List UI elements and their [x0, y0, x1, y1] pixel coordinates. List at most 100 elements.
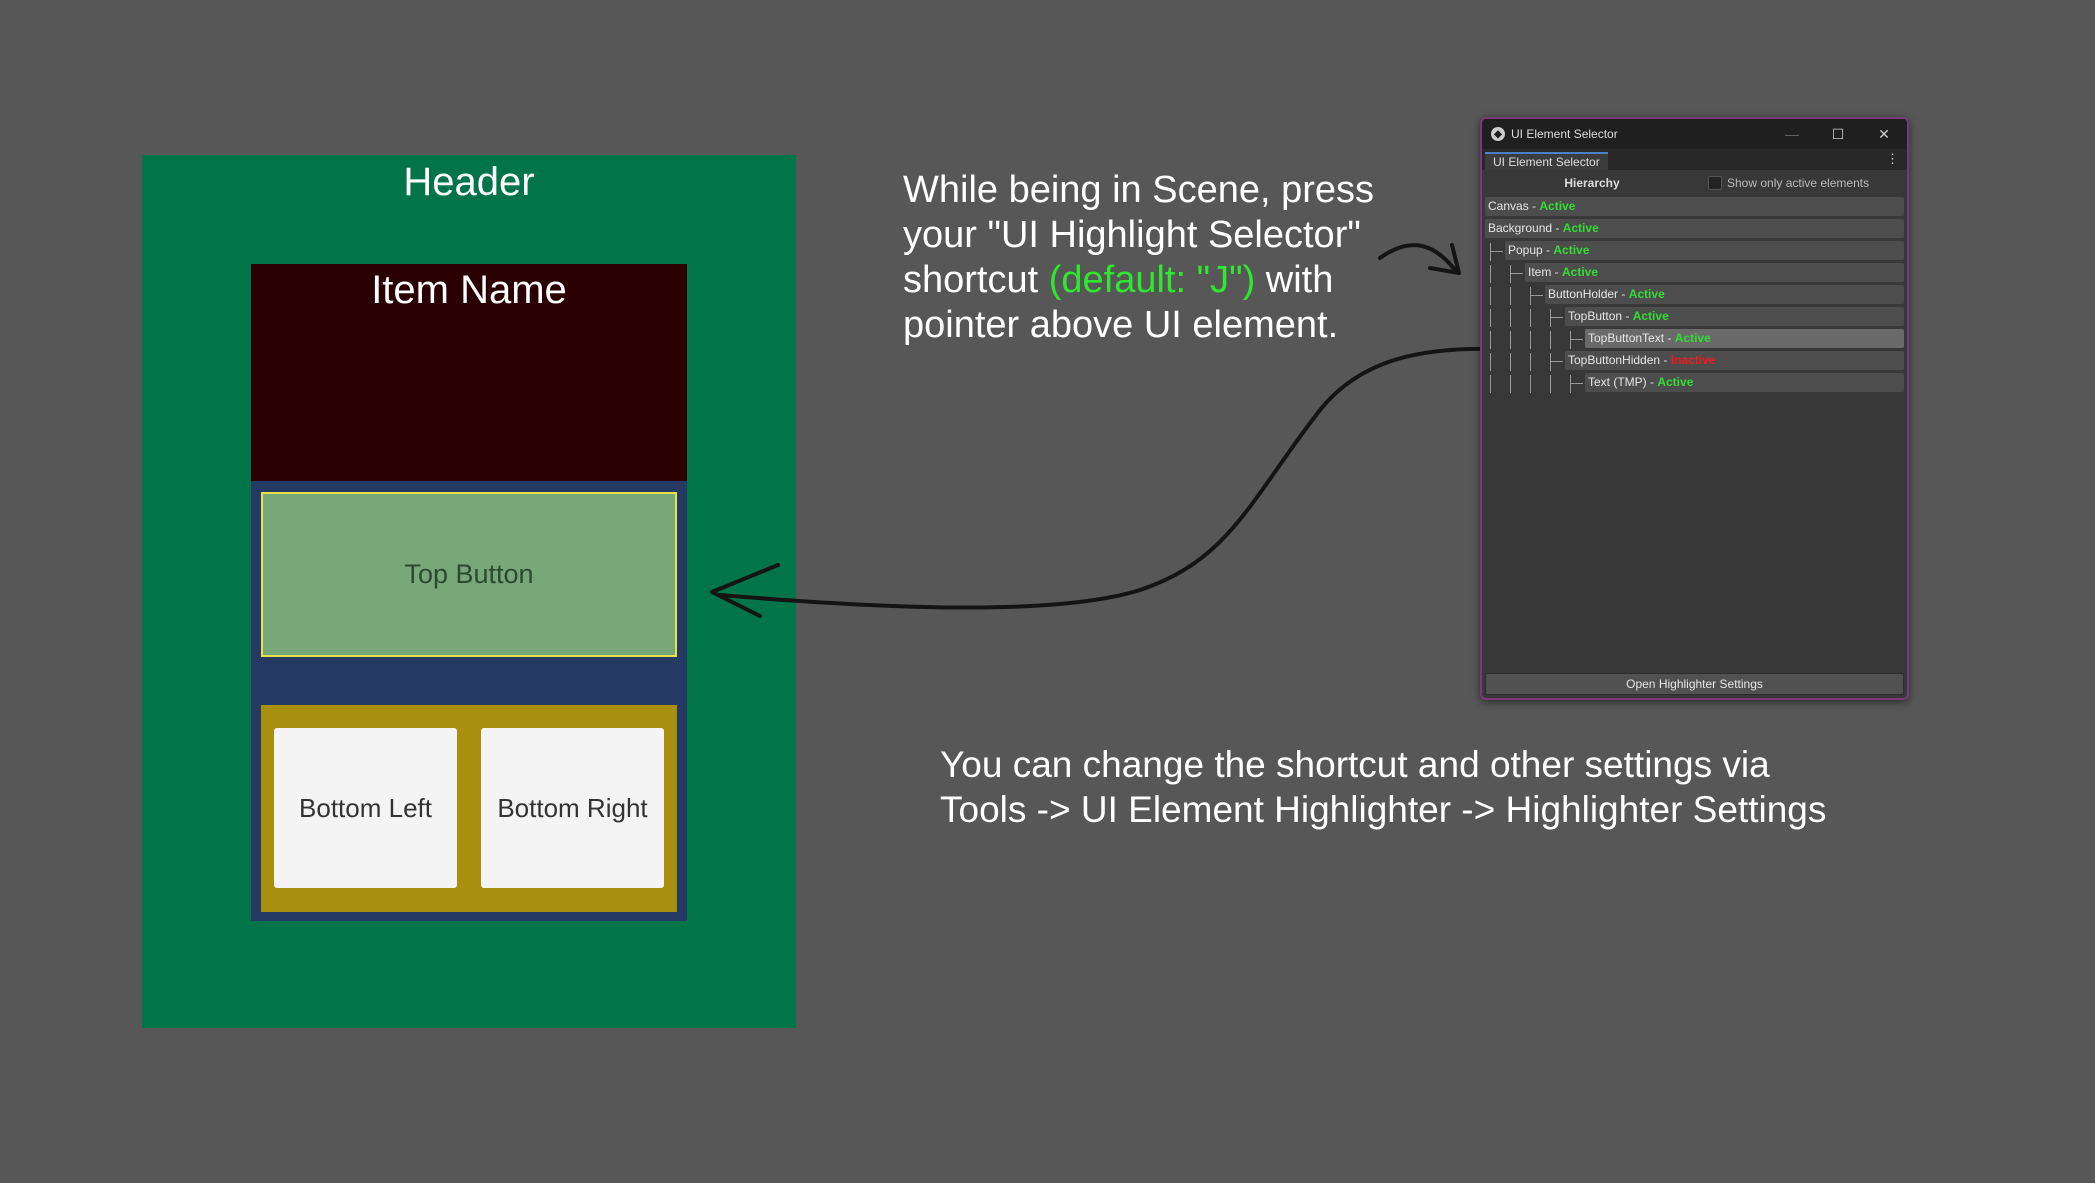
- tree-branch-line: [1530, 295, 1543, 296]
- hierarchy-tree: Canvas - Active Background - Active Popup …: [1482, 196, 1907, 606]
- hierarchy-title: Hierarchy: [1564, 176, 1620, 190]
- tree-guide-line: [1530, 287, 1531, 305]
- hierarchy-row-name: ButtonHolder: [1548, 287, 1619, 301]
- hierarchy-row-status: Active: [1553, 243, 1590, 257]
- tree-guide-line: [1530, 375, 1531, 393]
- hierarchy-row-separator: -: [1664, 331, 1675, 345]
- bottom-button-holder: Bottom Left Bottom Right: [261, 705, 677, 912]
- hierarchy-header: Hierarchy Show only active elements: [1482, 170, 1907, 196]
- hierarchy-row-status: Active: [1674, 331, 1711, 345]
- hierarchy-row[interactable]: Item - Active: [1525, 263, 1904, 282]
- tree-guide-line: [1510, 287, 1511, 305]
- tab-ui-element-selector[interactable]: UI Element Selector: [1485, 152, 1608, 170]
- hierarchy-row-separator: -: [1528, 199, 1540, 213]
- hierarchy-row[interactable]: Popup - Active: [1505, 241, 1904, 260]
- hierarchy-row[interactable]: TopButtonHidden - Inactive: [1565, 351, 1904, 370]
- window-titlebar[interactable]: ◆ UI Element Selector — ☐ ✕: [1482, 119, 1907, 149]
- tree-guide-line: [1570, 331, 1571, 349]
- top-button-label: Top Button: [404, 559, 534, 589]
- show-only-active-label: Show only active elements: [1727, 176, 1870, 190]
- tree-guide-line: [1490, 353, 1491, 371]
- tree-guide-line: [1490, 243, 1491, 261]
- tree-guide-line: [1510, 265, 1511, 283]
- tree-guide-line: [1550, 353, 1551, 371]
- settings-note: You can change the shortcut and other se…: [940, 742, 1826, 832]
- hierarchy-row-status: Active: [1632, 309, 1669, 323]
- hierarchy-row-separator: -: [1542, 243, 1554, 257]
- hierarchy-row-separator: -: [1552, 221, 1563, 235]
- tree-branch-line: [1550, 317, 1563, 318]
- bottom-left-label: Bottom Left: [299, 792, 432, 823]
- hierarchy-row-status: Active: [1657, 375, 1694, 389]
- item-name-text: Item Name: [371, 268, 567, 312]
- tree-guide-line: [1550, 375, 1551, 393]
- hierarchy-row-status: Active: [1628, 287, 1665, 301]
- hierarchy-row-status: Active: [1562, 265, 1599, 279]
- hierarchy-row-separator: -: [1551, 265, 1563, 279]
- hierarchy-row-separator: -: [1622, 309, 1633, 323]
- tree-guide-line: [1510, 375, 1511, 393]
- hierarchy-row-name: Background: [1488, 221, 1553, 235]
- hierarchy-row[interactable]: ButtonHolder - Active: [1545, 285, 1904, 304]
- hierarchy-row-separator: -: [1660, 353, 1671, 367]
- show-only-active-checkbox[interactable]: [1708, 176, 1722, 190]
- tree-guide-line: [1530, 331, 1531, 349]
- window-title: UI Element Selector: [1511, 127, 1618, 141]
- hierarchy-row-name: TopButton: [1568, 309, 1623, 323]
- hierarchy-row[interactable]: Text (TMP) - Active: [1585, 373, 1904, 392]
- tree-guide-line: [1490, 265, 1491, 283]
- tree-guide-line: [1490, 309, 1491, 327]
- kebab-menu-icon[interactable]: ⋮: [1886, 151, 1899, 167]
- popup-panel: Item Name Top Button Bottom Left Bottom …: [251, 264, 687, 921]
- bottom-right-label: Bottom Right: [497, 792, 648, 823]
- tree-guide-line: [1490, 331, 1491, 349]
- scene-background-panel: Header Item Name Top Button Bottom Left …: [142, 155, 796, 1028]
- tree-branch-line: [1570, 383, 1583, 384]
- settings-note-line1: You can change the shortcut and other se…: [940, 744, 1770, 785]
- tree-branch-line: [1550, 361, 1563, 362]
- settings-note-line2: Tools -> UI Element Highlighter -> Highl…: [940, 789, 1827, 830]
- selection-arrow: [718, 346, 1497, 610]
- tree-guide-line: [1510, 353, 1511, 371]
- tree-branch-line: [1510, 273, 1523, 274]
- close-button[interactable]: ✕: [1861, 126, 1907, 143]
- tree-guide-line: [1530, 353, 1531, 371]
- hierarchy-row[interactable]: Canvas - Active: [1485, 197, 1904, 216]
- header-text: Header: [403, 160, 535, 204]
- hierarchy-row-separator: -: [1646, 375, 1658, 389]
- hierarchy-row-name: Text (TMP): [1588, 375, 1647, 389]
- hierarchy-row-name: Item: [1528, 265, 1552, 279]
- hierarchy-row-name: TopButtonHidden: [1568, 353, 1661, 367]
- hierarchy-row[interactable]: TopButtonText - Active: [1585, 329, 1904, 348]
- bottom-left-button[interactable]: Bottom Left: [274, 728, 457, 888]
- hierarchy-row-name: Popup: [1508, 243, 1543, 257]
- item-panel: Item Name: [251, 264, 687, 481]
- hierarchy-row-name: Canvas: [1488, 199, 1529, 213]
- shortcut-arrow-head: [1428, 243, 1461, 275]
- tree-guide-line: [1570, 375, 1571, 393]
- tree-branch-line: [1490, 251, 1503, 252]
- shortcut-highlight: (default: "J"): [1048, 259, 1256, 301]
- minimize-button[interactable]: —: [1769, 126, 1815, 142]
- tree-guide-line: [1510, 309, 1511, 327]
- hierarchy-row[interactable]: TopButton - Active: [1565, 307, 1904, 326]
- open-highlighter-settings-button[interactable]: Open Highlighter Settings: [1485, 673, 1904, 695]
- tree-guide-line: [1490, 287, 1491, 305]
- tree-guide-line: [1490, 375, 1491, 393]
- instruction-text: While being in Scene, press your "UI Hig…: [903, 168, 1423, 348]
- tree-branch-line: [1570, 339, 1583, 340]
- tree-guide-line: [1550, 309, 1551, 327]
- tab-bar: UI Element Selector ⋮: [1482, 149, 1907, 170]
- ui-element-selector-window[interactable]: ◆ UI Element Selector — ☐ ✕ UI Element S…: [1480, 117, 1909, 700]
- hierarchy-row-status: Active: [1562, 221, 1599, 235]
- unity-icon: ◆: [1491, 127, 1505, 141]
- maximize-button[interactable]: ☐: [1815, 126, 1861, 143]
- hierarchy-row-separator: -: [1618, 287, 1629, 301]
- hierarchy-row[interactable]: Background - Active: [1485, 219, 1904, 238]
- bottom-right-button[interactable]: Bottom Right: [481, 728, 664, 888]
- hierarchy-row-status: Inactive: [1670, 353, 1716, 367]
- top-button[interactable]: Top Button: [261, 492, 677, 657]
- hierarchy-row-status: Active: [1539, 199, 1576, 213]
- tree-guide-line: [1530, 309, 1531, 327]
- hierarchy-row-name: TopButtonText: [1588, 331, 1665, 345]
